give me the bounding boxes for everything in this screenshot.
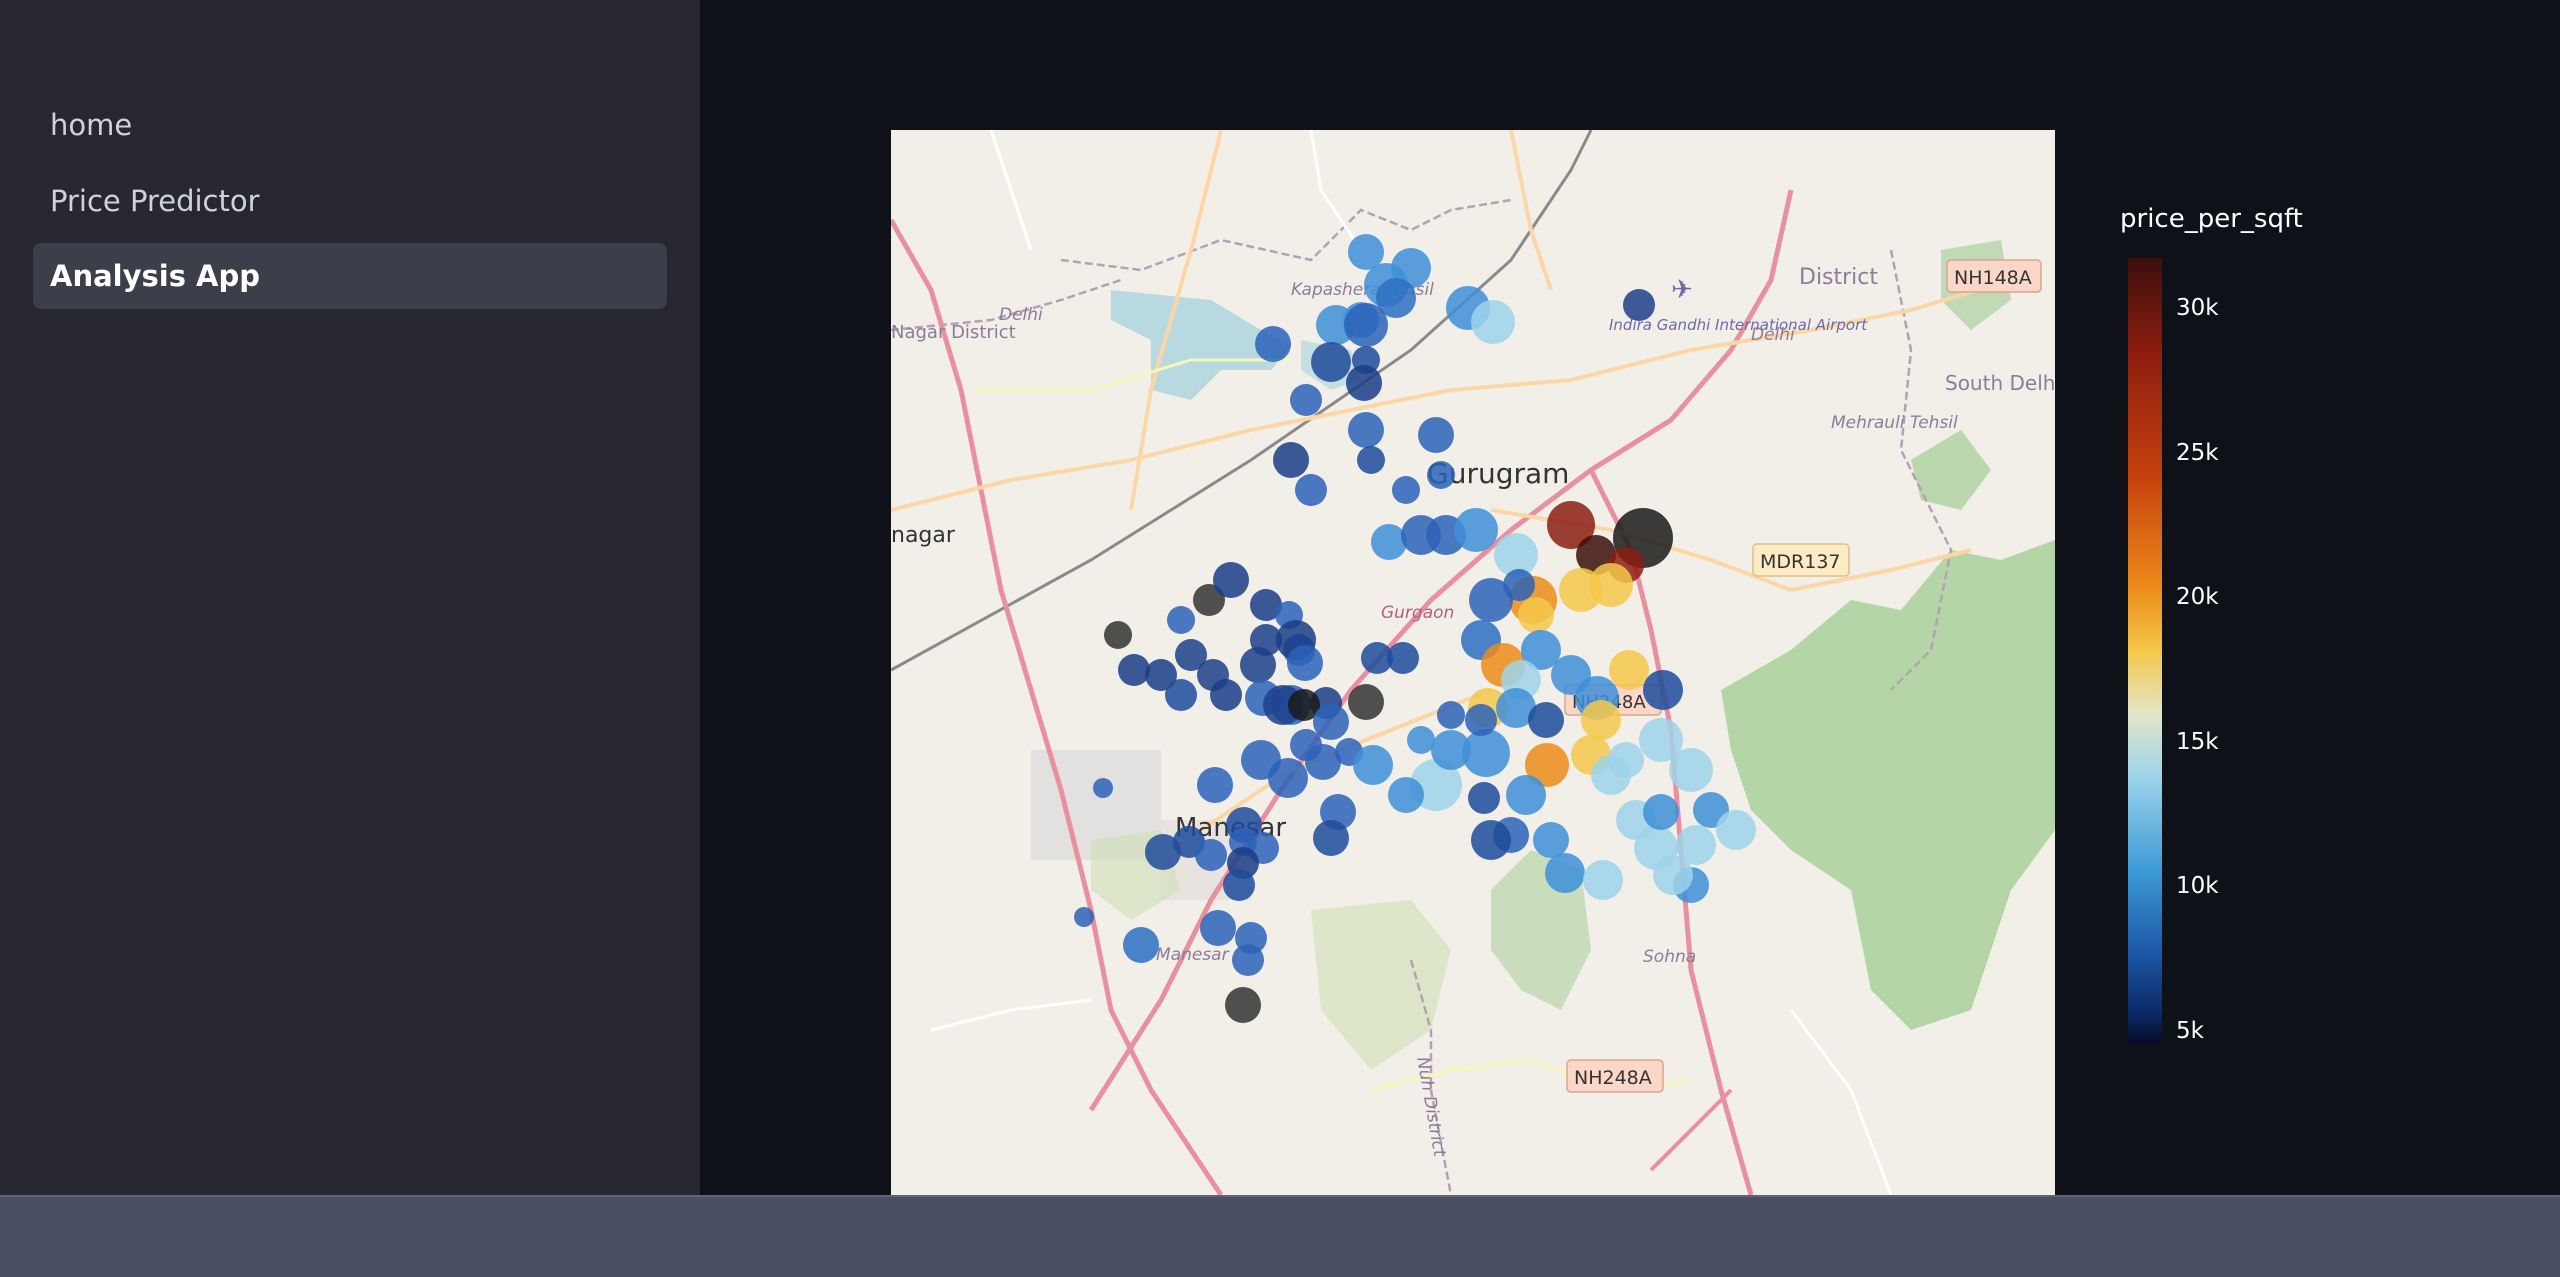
scatter-point[interactable] <box>1533 822 1569 858</box>
colorbar-tick: 25k <box>2176 440 2219 466</box>
scatter-point[interactable] <box>1427 461 1455 489</box>
scatter-point[interactable] <box>1344 303 1388 347</box>
scatter-point[interactable] <box>1104 621 1132 649</box>
scatter-point[interactable] <box>1348 684 1384 720</box>
scatter-point[interactable] <box>1255 326 1291 362</box>
scatter-point[interactable] <box>1643 794 1679 830</box>
colorbar-tick: 5k <box>2176 1018 2204 1044</box>
label-airport: Indira Gandhi International Airport <box>1609 316 1868 334</box>
scatter-point[interactable] <box>1506 775 1546 815</box>
scatter-point[interactable] <box>1653 855 1693 895</box>
scatter-point[interactable] <box>1346 365 1382 401</box>
label-nagar-district: Nagar District <box>891 322 1016 343</box>
sidebar-item-home[interactable]: home <box>33 92 667 158</box>
scatter-point[interactable] <box>1371 524 1407 560</box>
scatter-point[interactable] <box>1669 748 1713 792</box>
scatter-point[interactable] <box>1545 853 1585 893</box>
scatter-point[interactable] <box>1518 597 1554 633</box>
scatter-point[interactable] <box>1643 670 1683 710</box>
scatter-point[interactable] <box>1623 289 1655 321</box>
scatter-point[interactable] <box>1528 702 1564 738</box>
scatter-point[interactable] <box>1581 700 1621 740</box>
scatter-point[interactable] <box>1123 927 1159 963</box>
scatter-point[interactable] <box>1295 474 1327 506</box>
scatter-point[interactable] <box>1074 907 1094 927</box>
scatter-point[interactable] <box>1387 642 1419 674</box>
scatter-point[interactable] <box>1290 384 1322 416</box>
road-badge-nh148a: NH148A <box>1946 259 2042 293</box>
scatter-point[interactable] <box>1471 300 1515 344</box>
scatter-point[interactable] <box>1167 606 1195 634</box>
scatter-point[interactable] <box>1583 860 1623 900</box>
scatter-point[interactable] <box>1609 650 1649 690</box>
label-manesar-tehsil: Manesar <box>1156 945 1230 965</box>
label-nagar: nagar <box>891 523 956 548</box>
colorbar-tick: 10k <box>2176 873 2219 899</box>
scatter-point[interactable] <box>1305 744 1341 780</box>
scatter-point[interactable] <box>1268 758 1308 798</box>
scatter-point[interactable] <box>1313 820 1349 856</box>
scatter-point[interactable] <box>1716 810 1756 850</box>
sidebar-item-label: Price Predictor <box>50 184 260 218</box>
scatter-point[interactable] <box>1388 777 1424 813</box>
scatter-point[interactable] <box>1357 446 1385 474</box>
svg-text:MDR137: MDR137 <box>1760 551 1841 573</box>
scatter-point[interactable] <box>1465 704 1497 736</box>
colorbar-tick: 30k <box>2176 295 2219 321</box>
scatter-point[interactable] <box>1165 679 1197 711</box>
scatter-point[interactable] <box>1213 562 1249 598</box>
scatter-point[interactable] <box>1197 767 1233 803</box>
scatter-point[interactable] <box>1418 417 1454 453</box>
scatter-point[interactable] <box>1353 745 1393 785</box>
sidebar-item-label: Analysis App <box>50 259 261 293</box>
scatter-point[interactable] <box>1431 730 1471 770</box>
map-svg[interactable]: ✈ Gurugram Manesar Indira Gandhi Interna… <box>891 130 2055 1195</box>
scatter-point[interactable] <box>1200 910 1236 946</box>
svg-text:NH148A: NH148A <box>1954 267 2032 289</box>
scatter-point[interactable] <box>1313 704 1349 740</box>
scatter-point[interactable] <box>1232 944 1264 976</box>
scatter-point[interactable] <box>1093 778 1113 798</box>
scatter-point[interactable] <box>1559 568 1603 612</box>
colorbar-tick: 20k <box>2176 584 2219 610</box>
colorbar <box>2128 258 2162 1044</box>
scatter-point[interactable] <box>1454 508 1498 552</box>
sidebar: home Price Predictor Analysis App <box>0 0 700 1195</box>
scatter-point[interactable] <box>1287 645 1323 681</box>
scatter-point[interactable] <box>1392 476 1420 504</box>
label-south-delhi: South Delhi District <box>1945 371 2055 395</box>
scatter-point[interactable] <box>1273 442 1309 478</box>
scatter-point[interactable] <box>1225 987 1261 1023</box>
road-badge-mdr137: MDR137 <box>1752 543 1850 577</box>
road-badge-nh248a-south: NH248A <box>1566 1059 1664 1093</box>
label-delhi-east: Delhi <box>1751 325 1795 345</box>
sidebar-item-analysis-app[interactable]: Analysis App <box>33 243 667 309</box>
map-scatter-plot[interactable]: ✈ Gurugram Manesar Indira Gandhi Interna… <box>891 130 2055 1195</box>
scatter-point[interactable] <box>1118 654 1150 686</box>
colorbar-tick: 15k <box>2176 729 2219 755</box>
label-gurgaon: Gurgaon <box>1381 603 1454 623</box>
scatter-point[interactable] <box>1223 869 1255 901</box>
scatter-point[interactable] <box>1407 726 1435 754</box>
label-sohna: Sohna <box>1643 947 1696 967</box>
scatter-point[interactable] <box>1608 742 1644 778</box>
scatter-point[interactable] <box>1240 647 1276 683</box>
sidebar-item-label: home <box>50 108 133 142</box>
colorbar-title: price_per_sqft <box>2120 204 2303 234</box>
scatter-point[interactable] <box>1471 820 1511 860</box>
scatter-point[interactable] <box>1348 412 1384 448</box>
scatter-point[interactable] <box>1468 782 1500 814</box>
label-district: District <box>1799 265 1878 290</box>
sidebar-item-price-predictor[interactable]: Price Predictor <box>33 168 667 234</box>
scatter-point[interactable] <box>1437 701 1465 729</box>
label-mehrauli: Mehrauli Tehsil <box>1831 413 1958 433</box>
scatter-point[interactable] <box>1195 839 1227 871</box>
status-bar <box>0 1195 2560 1277</box>
scatter-point[interactable] <box>1469 578 1513 622</box>
scatter-point[interactable] <box>1210 679 1242 711</box>
svg-text:NH248A: NH248A <box>1574 1067 1652 1089</box>
airport-icon: ✈ <box>1671 275 1693 305</box>
scatter-point[interactable] <box>1311 342 1351 382</box>
